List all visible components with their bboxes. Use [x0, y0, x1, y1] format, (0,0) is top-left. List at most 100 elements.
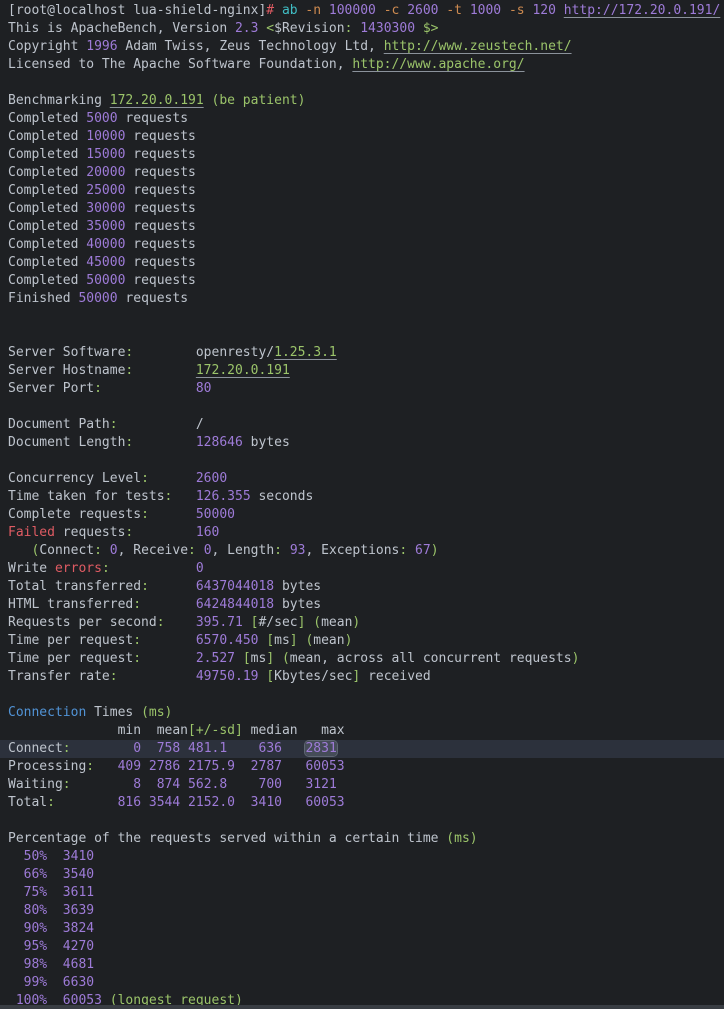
link[interactable]: http://www.apache.org/	[352, 57, 524, 72]
text-segment	[235, 651, 243, 666]
text-segment: 3639	[63, 903, 94, 918]
terminal-line-selected: Connect: 0 758 481.1 636 2831	[0, 740, 724, 758]
text-segment: This is ApacheBench, Version	[8, 21, 235, 36]
terminal-line: 66% 3540	[0, 866, 724, 884]
terminal-line: Time per request: 6570.450 [ms] (mean)	[0, 632, 724, 650]
text-segment	[227, 741, 258, 756]
text-segment: 0	[204, 543, 212, 558]
terminal-line: Failed requests: 160	[0, 524, 724, 542]
terminal-line: HTML transferred: 6424844018 bytes	[0, 596, 724, 614]
text-segment: 700	[259, 777, 282, 792]
text-segment: $>	[423, 21, 439, 36]
text-segment: 1430300	[360, 21, 415, 36]
text-segment: 8	[133, 777, 141, 792]
terminal-line: Time taken for tests: 126.355 seconds	[0, 488, 724, 506]
terminal-line	[0, 326, 724, 344]
link[interactable]: 1.25.3.1	[274, 345, 337, 360]
terminal-output: [root@localhost lua-shield-nginx]# ab -n…	[0, 0, 724, 1009]
text-segment: Completed	[8, 273, 86, 288]
text-segment: Server Hostname	[8, 363, 125, 378]
text-segment	[243, 615, 251, 630]
text-segment: 100000	[329, 3, 376, 18]
terminal-line: Requests per second: 395.71 [#/sec] (mea…	[0, 614, 724, 632]
text-segment: 35000	[86, 219, 125, 234]
link[interactable]: http://www.zeustech.net/	[384, 39, 572, 54]
text-segment: :	[86, 759, 94, 774]
text-segment	[8, 903, 24, 918]
text-segment	[407, 543, 415, 558]
text-segment: :	[141, 579, 149, 594]
text-segment: <	[266, 21, 274, 36]
terminal-line: Server Port: 80	[0, 380, 724, 398]
text-segment: Server Port	[8, 381, 94, 396]
text-segment: (ms)	[446, 831, 477, 846]
text-segment: 3121	[305, 777, 336, 792]
text-segment	[274, 3, 282, 18]
text-segment: )	[431, 543, 439, 558]
text-segment: Copyright	[8, 39, 86, 54]
text-segment: ms	[274, 633, 290, 648]
link[interactable]: http://172.20.0.191/	[564, 3, 721, 18]
terminal-line: Transfer rate: 49750.19 [Kbytes/sec] rec…	[0, 668, 724, 686]
text-segment: 3544	[149, 795, 180, 810]
text-segment: [	[266, 633, 274, 648]
text-segment: 2600	[407, 3, 438, 18]
text-segment	[71, 777, 134, 792]
link[interactable]: 172.20.0.191	[196, 363, 290, 378]
link[interactable]: 172.20.0.191	[110, 93, 204, 108]
text-segment: 160	[196, 525, 219, 540]
terminal-line: Percentage of the requests served within…	[0, 830, 724, 848]
text-segment: 6424844018	[196, 597, 274, 612]
text-segment: received	[360, 669, 430, 684]
terminal-line: min mean[+/-sd] median max	[0, 722, 724, 740]
text-segment	[47, 903, 63, 918]
text-segment: Licensed to The Apache Software Foundati…	[8, 57, 352, 72]
text-segment	[399, 3, 407, 18]
text-segment: bytes	[243, 435, 290, 450]
text-segment: 3611	[63, 885, 94, 900]
text-segment: 95%	[24, 939, 47, 954]
text-segment: ms	[251, 651, 267, 666]
terminal-line: This is ApacheBench, Version 2.3 <$Revis…	[0, 20, 724, 38]
text-segment	[8, 849, 24, 864]
text-segment: 60053	[305, 795, 344, 810]
text-segment: (	[313, 615, 321, 630]
terminal-line: Finished 50000 requests	[0, 290, 724, 308]
text-segment: (	[282, 651, 290, 666]
terminal-line: Completed 30000 requests	[0, 200, 724, 218]
text-segment: Kbytes/sec	[274, 669, 352, 684]
text-segment: 25000	[86, 183, 125, 198]
text-segment: mean	[321, 615, 352, 630]
text-segment: /	[118, 417, 204, 432]
text-segment: , Receive	[118, 543, 188, 558]
text-segment	[141, 759, 149, 774]
text-segment	[282, 759, 305, 774]
text-segment	[180, 777, 188, 792]
text-segment: 3410	[63, 849, 94, 864]
text-segment: Completed	[8, 111, 86, 126]
text-segment: Completed	[8, 219, 86, 234]
text-segment	[110, 561, 196, 576]
text-segment: [	[266, 669, 274, 684]
text-segment: Completed	[8, 201, 86, 216]
text-segment	[102, 543, 110, 558]
text-segment	[47, 975, 63, 990]
text-segment	[501, 3, 509, 18]
text-segment: 126.355	[196, 489, 251, 504]
text-segment: :	[47, 795, 55, 810]
terminal-line: Connection Times (ms)	[0, 704, 724, 722]
text-segment	[282, 777, 305, 792]
text-segment	[149, 471, 196, 486]
match-highlight: 2831	[305, 741, 336, 756]
terminal-line: Waiting: 8 874 562.8 700 3121	[0, 776, 724, 794]
terminal-line: Completed 50000 requests	[0, 272, 724, 290]
terminal-line: Licensed to The Apache Software Foundati…	[0, 56, 724, 74]
terminal-line: Total transferred: 6437044018 bytes	[0, 578, 724, 596]
text-segment	[47, 867, 63, 882]
terminal-line: Server Software: openresty/1.25.3.1	[0, 344, 724, 362]
text-segment	[47, 921, 63, 936]
text-segment: 0	[133, 741, 141, 756]
text-segment: 409	[118, 759, 141, 774]
horizontal-scrollbar[interactable]	[0, 1005, 724, 1009]
text-segment: 2787	[251, 759, 282, 774]
